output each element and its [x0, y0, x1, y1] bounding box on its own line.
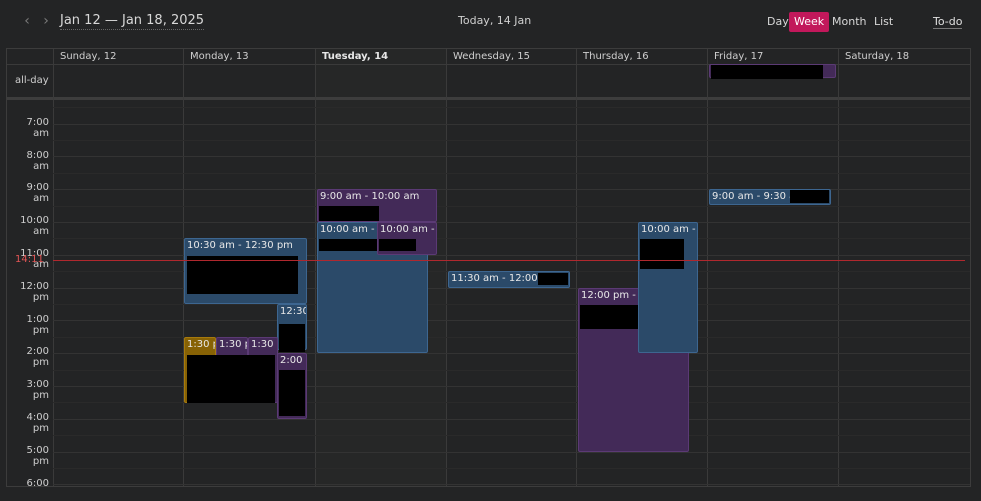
hour-line	[53, 419, 970, 420]
half-hour-line	[53, 435, 970, 436]
day-header-wednesday[interactable]: Wednesday, 15	[446, 49, 576, 64]
redacted-block	[640, 239, 684, 269]
event-time: 1:30 pm	[219, 339, 247, 350]
day-header-friday[interactable]: Friday, 17	[707, 49, 838, 64]
day-header-monday[interactable]: Monday, 13	[183, 49, 315, 64]
time-label: 10:00 am	[20, 215, 49, 237]
event-time: 10:00 am - 2:00 pm	[641, 224, 697, 235]
chevron-right-icon: ›	[43, 13, 49, 29]
prev-week-button[interactable]: ‹	[20, 13, 34, 29]
event-time: 1:30 pm	[251, 339, 277, 350]
next-week-button[interactable]: ›	[39, 13, 53, 29]
current-time-label: 14:11	[15, 254, 44, 265]
hour-line	[53, 222, 970, 223]
event-time: 2:00 pm	[280, 355, 306, 366]
event-time: 1:30 pm	[187, 339, 215, 350]
calendar-toolbar: ‹ › Jan 12 — Jan 18, 2025 Today, 14 Jan …	[0, 0, 981, 44]
column-divider	[315, 49, 316, 486]
column-divider	[53, 64, 54, 486]
half-hour-line	[53, 304, 970, 305]
column-divider	[838, 49, 839, 486]
event-time: 10:00 am - 11:00 am	[380, 224, 436, 235]
hour-line	[53, 189, 970, 190]
day-header-tuesday[interactable]: Tuesday, 14	[315, 49, 446, 64]
half-hour-line	[53, 468, 970, 469]
todo-button[interactable]: To-do	[933, 16, 963, 29]
hour-line	[53, 124, 970, 125]
event-time: 12:30 pm	[280, 306, 307, 317]
date-range-title[interactable]: Jan 12 — Jan 18, 2025	[60, 13, 205, 30]
time-label: 3:00 pm	[26, 379, 49, 401]
all-day-label: all-day	[15, 75, 49, 86]
time-label: 4:00 pm	[26, 412, 49, 434]
event-time: 10:30 am - 12:30 pm	[187, 240, 293, 251]
hour-line	[53, 484, 970, 485]
redacted-block	[538, 273, 568, 285]
time-label: 9:00 am	[26, 182, 49, 204]
chevron-left-icon: ‹	[24, 13, 30, 29]
time-label: 7:00 am	[26, 117, 49, 139]
time-label: 2:00 pm	[26, 346, 49, 368]
view-week-button[interactable]: Week	[789, 12, 830, 32]
hour-line	[53, 452, 970, 453]
hour-line	[53, 156, 970, 157]
redacted-block	[187, 355, 275, 403]
redacted-block	[379, 239, 416, 251]
half-hour-line	[53, 173, 970, 174]
redacted-block	[187, 256, 298, 294]
time-label: 6:00 pm	[26, 478, 49, 487]
column-divider	[446, 49, 447, 486]
column-divider	[576, 49, 577, 486]
time-label: 1:00 pm	[26, 314, 49, 336]
time-label: 5:00 pm	[26, 445, 49, 467]
redacted-block	[711, 65, 823, 79]
column-divider	[707, 49, 708, 486]
view-list-button[interactable]: List	[869, 12, 898, 32]
redacted-block	[790, 190, 829, 203]
redacted-block	[279, 324, 305, 352]
day-header-sunday[interactable]: Sunday, 12	[53, 49, 183, 64]
all-day-divider	[7, 97, 970, 100]
time-label: 12:00 pm	[20, 281, 49, 303]
day-header-saturday[interactable]: Saturday, 18	[838, 49, 970, 64]
event-time: 9:00 am - 10:00 am	[320, 191, 420, 202]
redacted-block	[319, 206, 379, 221]
half-hour-line	[53, 140, 970, 141]
redacted-block	[319, 239, 377, 251]
redacted-block	[580, 305, 642, 329]
day-header-thursday[interactable]: Thursday, 16	[576, 49, 707, 64]
week-grid: Sunday, 12 Monday, 13 Tuesday, 14 Wednes…	[6, 48, 971, 487]
current-time-line	[53, 260, 965, 261]
half-hour-line	[53, 107, 970, 108]
time-label: 8:00 am	[26, 150, 49, 172]
today-label[interactable]: Today, 14 Jan	[458, 14, 531, 27]
half-hour-line	[53, 206, 970, 207]
hour-line	[53, 320, 970, 321]
view-month-button[interactable]: Month	[827, 12, 871, 32]
redacted-block	[279, 370, 305, 416]
